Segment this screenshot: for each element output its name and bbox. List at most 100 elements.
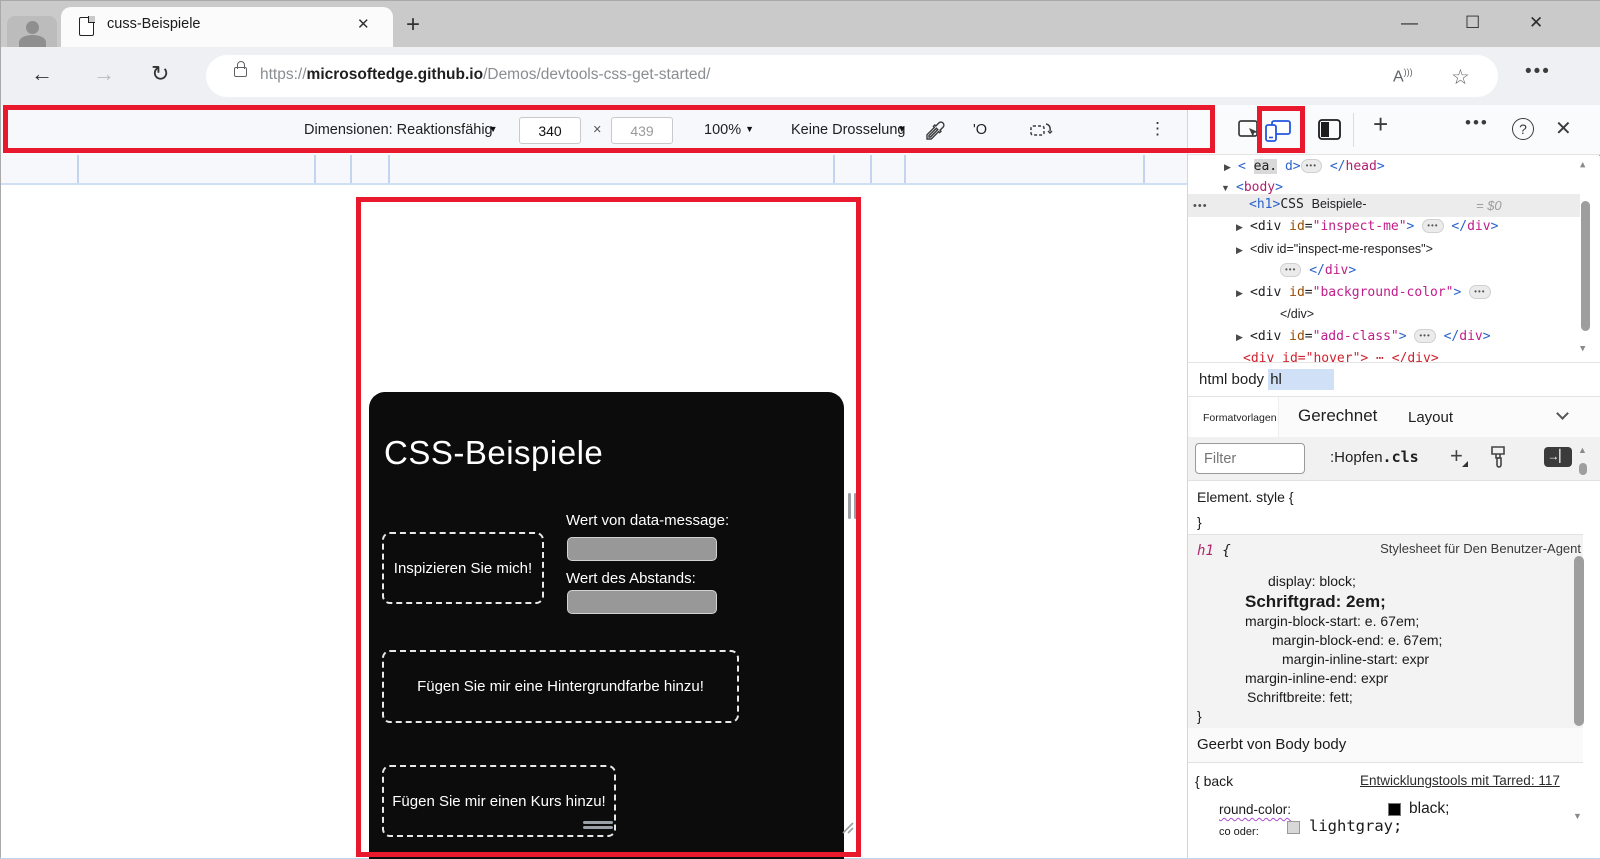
styles-scrollbar-thumb[interactable] [1574,556,1584,726]
css-value[interactable]: lightgray; [1309,817,1402,835]
lock-icon[interactable] [234,61,247,77]
devtools-add-tab-button[interactable]: + [1373,109,1388,140]
address-bar[interactable]: https://microsoftedge.github.io/Demos/de… [206,55,1498,97]
abstand-input[interactable] [567,590,717,614]
css-property[interactable]: display: block; [1268,573,1356,589]
scroll-down-icon[interactable]: ▼ [1573,811,1582,821]
tab-close-button[interactable]: ✕ [357,15,370,33]
rule-close-brace: } [1197,708,1202,724]
stylesheet-link[interactable]: Entwicklungstools mit Tarred: 117 [1360,773,1560,788]
dom-row-wrap[interactable]: </div> [1280,307,1314,322]
favorites-star-icon[interactable]: ☆ [1451,65,1470,90]
tree-expand-icon[interactable]: ▶ [1224,162,1231,173]
color-swatch-lightgray[interactable] [1287,821,1300,834]
new-tab-button[interactable]: + [406,11,420,39]
dom-row-body[interactable]: <body> [1236,180,1283,195]
dom-row-inspect-me-responses[interactable]: <div id="inspect-me-responses"> [1250,242,1433,257]
dom-scrollbar-thumb[interactable] [1581,201,1590,331]
device-width-input[interactable] [519,117,581,144]
scroll-up-icon[interactable]: ▲ [1578,445,1587,455]
dom-row-background-color[interactable]: <div id="background-color"> ••• [1250,285,1491,300]
device-height-input[interactable] [611,117,673,144]
chevron-down-icon[interactable] [1556,407,1569,420]
styles-pane: Element. style { } h1 { Stylesheet für D… [1188,481,1600,858]
dollar-zero-flag: = $0 [1476,198,1502,213]
tree-expand-icon[interactable]: ▶ [1236,222,1243,233]
tree-expand-icon[interactable]: ▶ [1236,288,1243,299]
eyedropper-icon[interactable] [923,119,947,143]
emulated-page-area: CSS-Beispiele Inspizieren Sie mich! Wert… [1,187,1187,859]
dom-row-wrap[interactable]: ••• </div> [1280,263,1356,278]
h1-selector[interactable]: h1 { [1197,543,1231,559]
color-swatch-black[interactable] [1388,803,1401,816]
computed-sidebar-toggle-icon[interactable]: →▏ [1544,447,1572,467]
breadcrumb[interactable]: html body hl [1199,369,1334,390]
styles-filter-input[interactable] [1195,443,1305,474]
inspect-me-button[interactable]: Inspizieren Sie mich! [382,532,544,604]
back-button[interactable]: ← [31,61,53,87]
inherited-rule-selector[interactable]: { back [1195,773,1233,789]
window-close-button[interactable]: ✕ [1529,13,1543,33]
tree-expand-icon[interactable]: ▶ [1236,245,1243,256]
devtools-close-button[interactable]: ✕ [1555,116,1572,141]
devtools-help-icon[interactable]: ? [1512,118,1534,140]
tree-collapse-icon[interactable]: ▼ [1221,183,1230,193]
chevron-down-icon: ▼ [897,124,907,134]
minimize-button[interactable]: — [1401,13,1418,33]
dom-row-head[interactable]: < ea. d> ••• </head> [1238,159,1385,174]
device-frame: CSS-Beispiele Inspizieren Sie mich! Wert… [369,392,844,859]
breadcrumb-selected: hl [1268,369,1334,390]
pseudo-class-toggle[interactable]: :Hopfen.cls [1330,448,1419,466]
css-property[interactable]: Schriftgrad: 2em; [1245,592,1386,612]
refresh-button[interactable]: ↻ [151,61,169,87]
dom-row-hover[interactable]: <div id="hover"> ⋯ </div> [1243,351,1439,362]
toolbar-divider [1353,113,1354,147]
css-property[interactable]: margin-block-start: e. 67em; [1245,613,1419,629]
forward-button[interactable]: → [93,61,115,87]
paintbrush-icon[interactable] [1488,445,1510,469]
dock-side-icon[interactable] [1317,118,1343,142]
dom-row-add-class[interactable]: <div id="add-class"> ••• </div> [1250,329,1491,344]
new-style-rule-icon[interactable]: + [1450,443,1468,469]
o-label[interactable]: 'O [973,122,987,138]
abstand-label: Wert des Abstands: [566,570,696,587]
css-property[interactable]: margin-inline-start: expr [1282,651,1429,667]
maximize-button[interactable]: ☐ [1465,13,1480,33]
data-message-input[interactable] [567,537,717,561]
browser-tab[interactable]: cuss-Beispiele ✕ [61,7,393,47]
tab-layout[interactable]: Layout [1408,409,1453,426]
selected-dom-row[interactable] [1188,194,1580,217]
css-property[interactable]: Schriftbreite: fett; [1247,689,1353,705]
add-class-button[interactable]: Fügen Sie mir einen Kurs hinzu! [382,765,616,837]
read-aloud-icon[interactable]: A))) [1393,67,1413,86]
dom-row-inspect-me[interactable]: <div id="inspect-me"> ••• </div> [1250,219,1498,234]
css-property[interactable]: co oder: [1219,826,1259,838]
browser-menu-icon[interactable]: ••• [1525,61,1551,83]
scroll-up-icon[interactable]: ▲ [1580,160,1585,170]
title-bar: cuss-Beispiele ✕ + — ☐ ✕ [1,1,1600,54]
row-overflow-icon[interactable]: ••• [1193,200,1208,212]
rotate-device-icon[interactable] [1029,120,1055,142]
element-style-rule[interactable]: Element. style { [1197,489,1294,505]
scroll-down-icon[interactable]: ▼ [1580,344,1585,354]
chevron-down-icon: ▼ [488,124,498,134]
throttling-dropdown[interactable]: Keine Drosselung▼ [791,122,906,138]
css-property[interactable]: margin-block-end: e. 67em; [1272,632,1442,648]
tree-expand-icon[interactable]: ▶ [1236,332,1243,343]
css-property-invalid[interactable]: round-color: [1219,802,1291,817]
device-resize-corner[interactable] [839,819,855,835]
tab-styles[interactable]: Formatvorlagen [1191,397,1279,437]
css-property[interactable]: margin-inline-end: expr [1245,670,1388,686]
dom-row-h1[interactable]: <h1>CSS Beispiele- [1249,197,1367,212]
device-toolbar-icon[interactable] [1263,118,1293,144]
inspect-element-icon[interactable] [1237,118,1263,142]
styles-scrollbar-thumb-top[interactable] [1579,463,1587,475]
dimensions-dropdown[interactable]: Dimensionen: Reaktionsfähig▼ [304,122,498,138]
css-value[interactable]: black; [1409,800,1450,818]
add-background-button[interactable]: Fügen Sie mir eine Hintergrundfarbe hinz… [382,650,739,723]
device-toolbar-menu-icon[interactable]: ⋮ [1149,119,1166,139]
inherited-section-header: Geerbt von Body body [1188,728,1583,763]
tab-computed[interactable]: Gerechnet [1298,406,1377,426]
zoom-dropdown[interactable]: 100% ▼ [704,122,754,138]
devtools-more-icon[interactable]: ••• [1465,113,1489,133]
